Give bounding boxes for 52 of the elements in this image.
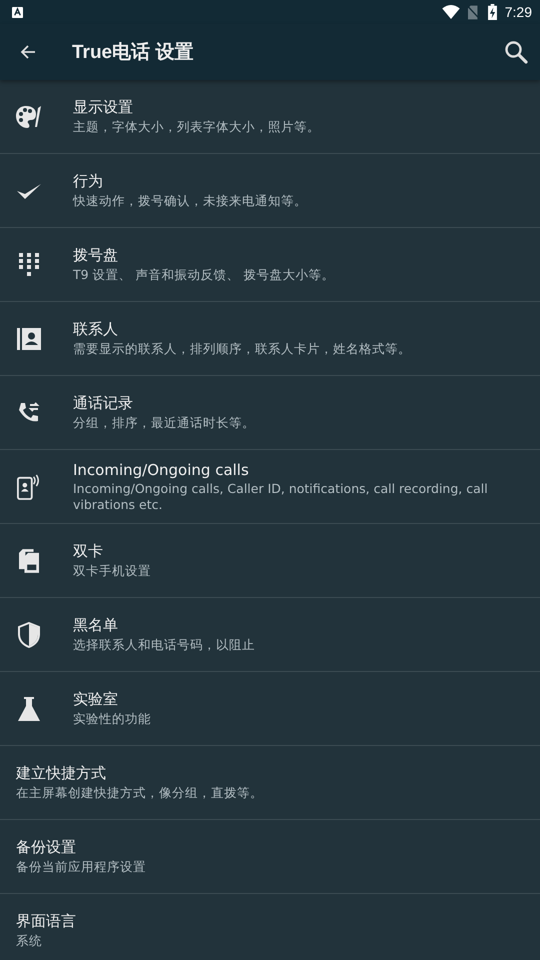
settings-item[interactable]: 拨号盘 T9 设置、 声音和振动反馈、 拨号盘大小等。 (0, 228, 540, 302)
sim-cards-icon (19, 548, 39, 572)
palette-icon (16, 104, 42, 128)
no-sim-icon (468, 4, 480, 20)
settings-item[interactable]: 界面语言 系统 (0, 894, 540, 960)
item-title: 双卡 (73, 542, 104, 561)
settings-item[interactable]: 通话记录 分组，排序，最近通话时长等。 (0, 376, 540, 450)
item-subtitle: 系统 (16, 933, 43, 949)
flask-icon (18, 696, 40, 720)
phone-ringing-icon (17, 472, 41, 500)
settings-item[interactable]: 实验室 实验性的功能 (0, 672, 540, 746)
settings-item[interactable]: 行为 快速动作，拨号确认，未接来电通知等。 (0, 154, 540, 228)
item-title: 拨号盘 (73, 246, 119, 265)
search-icon[interactable] (504, 40, 528, 64)
item-subtitle: 实验性的功能 (73, 711, 151, 727)
settings-item[interactable]: 黑名单 选择联系人和电话号码，以阻止 (0, 598, 540, 672)
item-title: 建立快捷方式 (16, 764, 107, 783)
settings-item[interactable]: 建立快捷方式 在主屏幕创建快捷方式，像分组，直拨等。 (0, 746, 540, 820)
toolbar-title: True电话 设置 (72, 41, 194, 65)
settings-item[interactable]: Incoming/Ongoing calls Incoming/Ongoing calls, Caller ID, notifications, call recording, call vibrations etc. (0, 450, 540, 524)
item-subtitle: 选择联系人和电话号码，以阻止 (73, 637, 255, 653)
item-subtitle: 备份当前应用程序设置 (16, 859, 146, 875)
item-title: 通话记录 (73, 394, 134, 413)
battery-icon (488, 4, 497, 20)
item-subtitle: 快速动作，拨号确认，未接来电通知等。 (73, 193, 307, 209)
notification-icon (12, 6, 23, 18)
wifi-icon (442, 5, 460, 19)
item-subtitle: 主题，字体大小，列表字体大小，照片等。 (73, 119, 320, 135)
item-title: 界面语言 (16, 912, 76, 931)
settings-item[interactable]: 联系人 需要显示的联系人，排列顺序，联系人卡片，姓名格式等。 (0, 302, 540, 376)
item-subtitle: Incoming/Ongoing calls, Caller ID, notifications, call recording, call vibrations etc. (73, 480, 489, 512)
settings-item[interactable]: 备份设置 备份当前应用程序设置 (0, 820, 540, 894)
item-title: 备份设置 (16, 838, 77, 857)
dialpad-icon (19, 252, 39, 276)
item-subtitle: 双卡手机设置 (73, 563, 151, 579)
item-title: 显示设置 (73, 98, 134, 117)
settings-item[interactable]: 显示设置 主题，字体大小，列表字体大小，照片等。 (0, 80, 540, 154)
phone-arrows-icon (17, 400, 41, 424)
item-subtitle: 分组，排序，最近通话时长等。 (73, 415, 255, 431)
item-subtitle: 需要显示的联系人，排列顺序，联系人卡片，姓名格式等。 (73, 341, 411, 357)
contact-card-icon (17, 326, 41, 350)
item-subtitle: 在主屏幕创建快捷方式，像分组，直拨等。 (16, 785, 263, 801)
back-arrow-icon[interactable] (20, 44, 36, 60)
shield-icon (18, 622, 40, 648)
settings-item[interactable]: 双卡 双卡手机设置 (0, 524, 540, 598)
item-title: 实验室 (73, 690, 119, 709)
item-title: 黑名单 (73, 616, 119, 635)
item-subtitle: T9 设置、 声音和振动反馈、 拨号盘大小等。 (73, 267, 335, 283)
item-title: 联系人 (73, 320, 119, 339)
item-title: 行为 (73, 172, 104, 191)
clock-time: 7:29 (504, 4, 532, 20)
item-title: Incoming/Ongoing calls (73, 460, 250, 478)
